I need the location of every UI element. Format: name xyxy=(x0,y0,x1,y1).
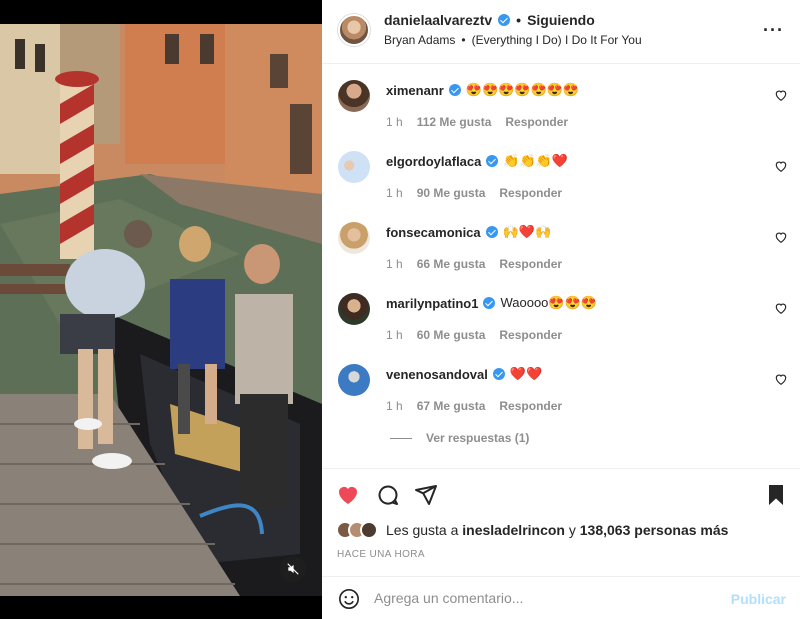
verified-badge-icon xyxy=(483,297,496,309)
likes-others[interactable]: 138,063 personas más xyxy=(580,522,729,538)
comment-likes[interactable]: 90 Me gusta xyxy=(417,186,486,200)
heart-icon[interactable] xyxy=(336,483,360,507)
comment-heart-icon[interactable] xyxy=(774,301,788,315)
comments-list: ximenanr 😍😍😍😍😍😍😍 1 h 112 Me gusta Respon… xyxy=(322,64,800,468)
verified-badge-icon xyxy=(498,14,511,26)
comment-item: ximenanr 😍😍😍😍😍😍😍 1 h 112 Me gusta Respon… xyxy=(322,64,800,135)
author-username[interactable]: danielaalvareztv xyxy=(384,12,492,28)
audio-separator: • xyxy=(461,33,466,47)
comment-username[interactable]: ximenanr xyxy=(386,83,444,98)
comment-text: 🙌❤️🙌 xyxy=(502,224,552,239)
reply-button[interactable]: Responder xyxy=(505,115,568,129)
reply-button[interactable]: Responder xyxy=(499,328,562,342)
comment-username[interactable]: venenosandoval xyxy=(386,367,488,382)
comment-input[interactable] xyxy=(374,587,714,609)
liker-avatar xyxy=(360,521,378,539)
more-icon[interactable]: ··· xyxy=(763,20,784,41)
reply-button[interactable]: Responder xyxy=(499,186,562,200)
mute-button[interactable] xyxy=(280,556,306,582)
comment-avatar[interactable] xyxy=(338,293,370,325)
post-actions: Les gusta a inesladelrincon y 138,063 pe… xyxy=(322,468,800,576)
view-replies-label[interactable]: Ver respuestas (1) xyxy=(426,431,529,445)
comment-likes[interactable]: 67 Me gusta xyxy=(417,399,486,413)
reply-button[interactable]: Responder xyxy=(499,257,562,271)
following-button[interactable]: Siguiendo xyxy=(527,12,595,28)
publish-button[interactable]: Publicar xyxy=(731,591,786,607)
author-avatar[interactable] xyxy=(338,14,370,46)
comment-heart-icon[interactable] xyxy=(774,88,788,102)
share-icon[interactable] xyxy=(414,483,438,507)
comment-likes[interactable]: 66 Me gusta xyxy=(417,257,486,271)
comment-heart-icon[interactable] xyxy=(774,159,788,173)
comment-icon[interactable] xyxy=(376,483,400,507)
comment-time: 1 h xyxy=(386,115,403,129)
comment-username[interactable]: marilynpatino1 xyxy=(386,296,478,311)
comment-avatar[interactable] xyxy=(338,222,370,254)
comment-likes[interactable]: 60 Me gusta xyxy=(417,328,486,342)
emoji-icon[interactable] xyxy=(338,588,360,610)
verified-badge-icon xyxy=(492,368,505,380)
comment-time: 1 h xyxy=(386,399,403,413)
post-header: danielaalvareztv • Siguiendo Bryan Adams… xyxy=(322,0,800,64)
audio-track[interactable]: (Everything I Do) I Do It For You xyxy=(472,33,642,47)
verified-badge-icon xyxy=(485,226,498,238)
comment-time: 1 h xyxy=(386,186,403,200)
comment-time: 1 h xyxy=(386,328,403,342)
audio-info[interactable]: Bryan Adams • (Everything I Do) I Do It … xyxy=(384,33,642,47)
verified-badge-icon xyxy=(486,155,499,167)
video-frame xyxy=(0,24,322,596)
mute-icon xyxy=(287,563,299,575)
comment-item: elgordoylaflaca 👏👏👏❤️ 1 h 90 Me gusta Re… xyxy=(322,135,800,206)
comment-item: fonsecamonica 🙌❤️🙌 1 h 66 Me gusta Respo… xyxy=(322,206,800,277)
audio-artist[interactable]: Bryan Adams xyxy=(384,33,455,47)
comment-item: venenosandoval ❤️❤️ 1 h 67 Me gusta Resp… xyxy=(322,348,800,419)
comment-text: ❤️❤️ xyxy=(509,366,543,381)
comment-avatar[interactable] xyxy=(338,151,370,183)
comment-avatar[interactable] xyxy=(338,364,370,396)
separator-dot: • xyxy=(516,12,522,28)
replies-divider xyxy=(390,437,412,439)
comment-username[interactable]: elgordoylaflaca xyxy=(386,154,481,169)
likes-prefix: Les gusta a xyxy=(386,522,459,538)
comment-item: marilynpatino1 Waoooo😍😍😍 1 h 60 Me gusta… xyxy=(322,277,800,348)
likes-summary[interactable]: Les gusta a inesladelrincon y 138,063 pe… xyxy=(336,521,728,539)
verified-badge-icon xyxy=(448,84,461,96)
comment-heart-icon[interactable] xyxy=(774,372,788,386)
add-comment-bar: Publicar xyxy=(322,576,800,619)
post-panel: danielaalvareztv • Siguiendo Bryan Adams… xyxy=(322,0,800,619)
likes-conj: y xyxy=(568,522,576,538)
comment-text: Waoooo😍😍😍 xyxy=(500,295,597,310)
view-replies-button[interactable]: Ver respuestas (1) xyxy=(390,431,529,445)
comment-heart-icon[interactable] xyxy=(774,230,788,244)
comment-username[interactable]: fonsecamonica xyxy=(386,225,481,240)
post-timestamp[interactable]: HACE UNA HORA xyxy=(337,549,425,560)
reply-button[interactable]: Responder xyxy=(499,399,562,413)
likes-first-user[interactable]: inesladelrincon xyxy=(462,522,565,538)
comment-time: 1 h xyxy=(386,257,403,271)
comment-text: 😍😍😍😍😍😍😍 xyxy=(465,82,580,97)
comment-text: 👏👏👏❤️ xyxy=(503,153,569,168)
comment-likes[interactable]: 112 Me gusta xyxy=(417,115,492,129)
post-media[interactable] xyxy=(0,0,322,619)
comment-avatar[interactable] xyxy=(338,80,370,112)
bookmark-icon[interactable] xyxy=(764,483,788,507)
